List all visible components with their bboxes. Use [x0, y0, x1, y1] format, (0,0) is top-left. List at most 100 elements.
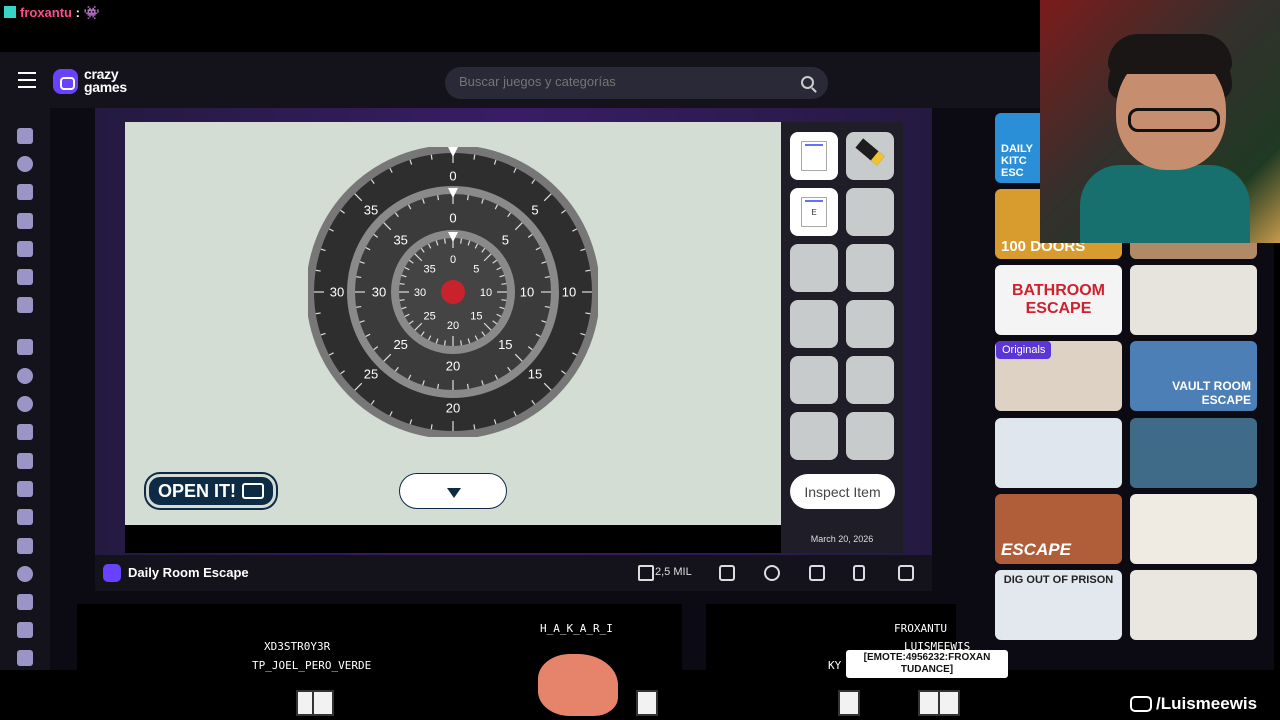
car-icon[interactable]	[17, 538, 33, 554]
inventory-slot[interactable]	[846, 356, 894, 404]
dial-knob	[441, 280, 465, 304]
inventory-slot-paper[interactable]: E	[790, 188, 838, 236]
inventory-slot[interactable]	[846, 244, 894, 292]
open-it-button[interactable]: OPEN IT!	[146, 474, 276, 508]
search-box	[445, 67, 828, 99]
game-toolbar: Daily Room Escape 2,5 MIL	[95, 555, 932, 591]
crazygames-logo[interactable]: crazy games	[53, 67, 127, 95]
game-thumb-vault-room-escape[interactable]: VAULT ROOM ESCAPE	[1130, 341, 1257, 411]
webcam-overlay	[1040, 0, 1280, 243]
game-title: Daily Room Escape	[128, 565, 249, 580]
dial-number: 10	[520, 285, 534, 300]
inventory-slot[interactable]	[790, 244, 838, 292]
steering-icon[interactable]	[17, 566, 33, 582]
chatter-sprite	[938, 690, 960, 716]
dial-number: 15	[470, 310, 482, 322]
horror-icon[interactable]	[17, 622, 33, 638]
game-thumb-dig-out-of-prison[interactable]: DIG OUT OF PRISON	[995, 570, 1122, 640]
like-icon[interactable]	[638, 565, 654, 581]
chatter-sprite	[312, 690, 334, 716]
originals-icon[interactable]	[17, 269, 33, 285]
logo-line-2: games	[84, 79, 127, 95]
site-header: crazy games	[0, 52, 1040, 108]
chatter-sprite	[918, 690, 940, 716]
game-thumb-white-room[interactable]	[1130, 265, 1257, 335]
inventory-slot[interactable]	[846, 412, 894, 460]
dial-tick	[473, 154, 476, 160]
dial-tick	[544, 276, 550, 279]
search-input[interactable]	[459, 74, 779, 89]
inventory-slot[interactable]	[790, 356, 838, 404]
game-thumb-kitchen-escape[interactable]: DAILY KITC ESC	[995, 113, 1045, 183]
new-icon[interactable]	[17, 184, 33, 200]
action-icon[interactable]	[17, 339, 33, 355]
report-icon[interactable]	[809, 565, 825, 581]
game-thumb-bathroom-escape[interactable]: BATHROOM ESCAPE	[995, 265, 1122, 335]
controller-icon[interactable]	[17, 594, 33, 610]
logo-text: crazy games	[84, 67, 127, 95]
dial-number: 20	[447, 320, 459, 332]
dial-number: 20	[446, 359, 460, 374]
driving-icon[interactable]	[17, 509, 33, 525]
youtube-icon	[1130, 696, 1152, 712]
chat-username: froxantu	[20, 5, 72, 20]
dial-tick	[585, 269, 591, 272]
game-thumb-shelves[interactable]	[1130, 494, 1257, 564]
game-thumb-house-escape[interactable]	[1130, 570, 1257, 640]
dial-tick	[585, 312, 591, 315]
game-thumb-elevator[interactable]	[995, 418, 1122, 488]
favorite-icon[interactable]	[764, 565, 780, 581]
dial-number: 25	[424, 310, 436, 322]
camera-icon	[242, 483, 264, 499]
game-thumb-astronaut[interactable]	[1130, 418, 1257, 488]
puzzle-icon[interactable]	[17, 424, 33, 440]
game-thumb-escape[interactable]: ESCAPE	[995, 494, 1122, 564]
home-icon[interactable]	[17, 128, 33, 144]
dial-number: 0	[449, 211, 456, 226]
clicker-icon[interactable]	[17, 453, 33, 469]
dial-tick	[473, 424, 476, 430]
trending-icon[interactable]	[17, 213, 33, 229]
note-icon	[801, 141, 827, 171]
dial-tick	[399, 282, 405, 285]
dragon-sprite	[538, 654, 618, 716]
fullscreen-icon[interactable]	[898, 565, 914, 581]
inspect-item-button[interactable]: Inspect Item	[790, 474, 895, 509]
game-canvas[interactable]: 0 5 10 15 20 25 30 35 0 5 10 15 20 25 30 35 0 5 10 15 20 25 30…	[125, 122, 781, 525]
casual-icon[interactable]	[17, 481, 33, 497]
dial-number: 0	[450, 254, 456, 266]
open-it-label: OPEN IT!	[157, 480, 236, 501]
paper-mark: E	[811, 208, 817, 217]
puzzle-date: March 20, 2026	[810, 534, 874, 544]
multiplayer-icon[interactable]	[17, 297, 33, 313]
dial-tick	[437, 383, 440, 389]
mobile-icon[interactable]	[853, 565, 865, 581]
screen: froxantu : 👾 crazy games Buscar juegos y…	[0, 0, 1280, 720]
chatter-name: XD3STR0Y3R	[264, 640, 331, 653]
glasses-icon	[1128, 108, 1220, 132]
down-arrow-button[interactable]	[399, 473, 507, 509]
dial-tick	[443, 340, 446, 346]
streamer-hair-top	[1108, 34, 1232, 74]
inventory-slot-flashlight[interactable]	[846, 132, 894, 180]
dislike-icon[interactable]	[719, 565, 735, 581]
inventory-slot[interactable]	[790, 412, 838, 460]
menu-icon[interactable]	[18, 72, 36, 88]
recent-icon[interactable]	[17, 156, 33, 172]
chatter-name: KY	[828, 659, 842, 672]
inventory-slot[interactable]	[846, 300, 894, 348]
youtube-handle-text: /Luismeewis	[1156, 694, 1258, 713]
updated-icon[interactable]	[17, 241, 33, 257]
inventory-slot[interactable]	[790, 300, 838, 348]
basketball-icon[interactable]	[17, 396, 33, 412]
game-footer-band	[125, 525, 781, 553]
chatter-sprite	[636, 690, 658, 716]
inventory-slot-note[interactable]	[790, 132, 838, 180]
search-icon[interactable]	[801, 76, 814, 89]
dial-number: 30	[372, 285, 386, 300]
combination-dial[interactable]: 0510152025303505101520253035051015202530…	[308, 147, 598, 437]
tag-icon[interactable]	[17, 650, 33, 666]
logo-badge-icon	[53, 68, 78, 94]
adventure-icon[interactable]	[17, 368, 33, 384]
inventory-slot[interactable]	[846, 188, 894, 236]
